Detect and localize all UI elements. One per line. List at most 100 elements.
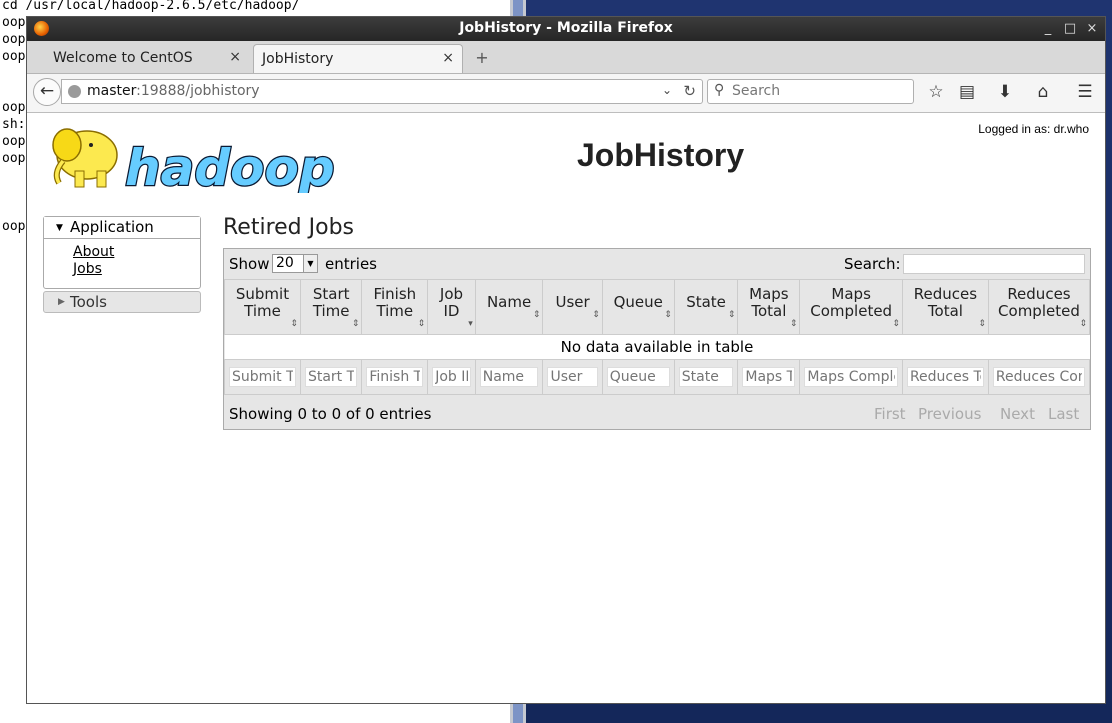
chevron-down-icon: ▼	[56, 223, 63, 233]
column-header[interactable]: Reduces Completed ⇕	[987, 279, 1091, 335]
column-header-label: Start Time	[312, 284, 350, 320]
maximize-button[interactable]: □	[1061, 19, 1079, 39]
column-filter-input[interactable]	[547, 367, 598, 387]
column-header[interactable]: Start Time ⇕	[299, 279, 363, 335]
globe-icon	[68, 85, 81, 98]
column-filter-input[interactable]	[906, 367, 984, 387]
column-header[interactable]: Job ID ▾	[427, 279, 476, 335]
previous-page-button[interactable]: Previous	[918, 405, 981, 423]
column-header-label: User	[555, 293, 590, 311]
new-tab-button[interactable]: +	[473, 49, 491, 67]
column-filter-input[interactable]	[742, 367, 796, 387]
tab-welcome-centos[interactable]: Welcome to CentOS ×	[29, 44, 249, 73]
column-header[interactable]: State ⇕	[673, 279, 739, 335]
about-link[interactable]: About	[73, 244, 200, 261]
filter-cell	[542, 359, 603, 395]
application-nav: ▼ Application About Jobs	[43, 216, 201, 289]
column-filter-input[interactable]	[678, 367, 734, 387]
tools-label: Tools	[70, 293, 107, 311]
jobs-link[interactable]: Jobs	[73, 261, 200, 278]
logo-text: hadoop	[125, 139, 335, 193]
section-title: Retired Jobs	[223, 215, 355, 240]
search-bar[interactable]: ⚲ Search	[707, 79, 914, 104]
table-row: No data available in table	[224, 334, 1090, 360]
column-header[interactable]: Submit Time ⇕	[224, 279, 301, 335]
column-filter-input[interactable]	[366, 367, 424, 387]
column-header[interactable]: Maps Completed ⇕	[799, 279, 903, 335]
url-text: master:19888/jobhistory	[87, 83, 260, 99]
chevron-down-icon[interactable]: ⌄	[662, 83, 672, 97]
column-header[interactable]: Reduces Total ⇕	[901, 279, 989, 335]
column-header-label: Maps Completed	[810, 284, 893, 320]
column-header[interactable]: Name ⇕	[474, 279, 544, 335]
reading-list-icon[interactable]: ▤	[956, 81, 978, 103]
sort-icon: ⇕	[664, 310, 672, 320]
filter-cell	[673, 359, 739, 395]
filter-cell	[224, 359, 301, 395]
column-header-label: Queue	[613, 293, 663, 311]
title-bar: JobHistory - Mozilla Firefox _ □ ×	[27, 17, 1105, 41]
logged-in-label: Logged in as: dr.who	[978, 122, 1089, 136]
sort-icon: ⇕	[290, 318, 298, 329]
column-filter-input[interactable]	[479, 367, 539, 387]
filter-cell	[901, 359, 989, 395]
application-label: Application	[70, 218, 154, 236]
entries-select[interactable]: 20 ▼	[272, 254, 318, 273]
filter-cell	[427, 359, 476, 395]
reload-icon[interactable]: ↻	[683, 82, 696, 100]
minimize-button[interactable]: _	[1039, 19, 1057, 39]
sort-icon: ⇕	[978, 318, 986, 329]
filter-cell	[299, 359, 363, 395]
sort-icon: ⇕	[532, 310, 541, 320]
tab-jobhistory[interactable]: JobHistory ×	[253, 44, 463, 73]
hadoop-logo[interactable]: hadoop	[45, 121, 345, 193]
column-header-label: Maps Total	[749, 284, 789, 320]
menu-icon[interactable]: ☰	[1074, 81, 1096, 103]
download-icon[interactable]: ⬇	[994, 81, 1016, 103]
filter-cell	[601, 359, 675, 395]
filter-row	[224, 359, 1091, 395]
column-filter-input[interactable]	[432, 367, 471, 387]
close-window-button[interactable]: ×	[1083, 19, 1101, 39]
sort-icon: ▾	[468, 318, 473, 329]
close-tab-icon[interactable]: ×	[229, 49, 241, 65]
first-page-button[interactable]: First	[874, 405, 906, 423]
column-filter-input[interactable]	[804, 367, 898, 387]
tab-label: JobHistory	[262, 51, 334, 67]
table-search-input[interactable]	[903, 254, 1085, 274]
table-controls: Show 20 ▼ entries Search:	[224, 249, 1090, 279]
column-header-label: Reduces Completed	[998, 284, 1080, 320]
column-header-label: Name	[486, 293, 532, 311]
sort-icon: ⇕	[1079, 318, 1087, 329]
empty-message: No data available in table	[224, 334, 1090, 360]
filter-cell	[361, 359, 429, 395]
navigation-bar: ← master:19888/jobhistory ⌄ ↻ ⚲ Search ☆…	[27, 74, 1105, 113]
entries-label: entries	[325, 255, 377, 273]
filter-cell	[474, 359, 544, 395]
bookmark-star-icon[interactable]: ☆	[925, 81, 947, 103]
filter-cell	[987, 359, 1091, 395]
column-header[interactable]: User ⇕	[542, 279, 603, 335]
column-header[interactable]: Maps Total ⇕	[737, 279, 801, 335]
column-filter-input[interactable]	[992, 367, 1085, 387]
column-filter-input[interactable]	[606, 367, 670, 387]
jobs-table: Submit Time ⇕ Start Time ⇕ Finish Time ⇕ Job I…	[224, 279, 1091, 395]
chevron-down-icon: ▼	[303, 255, 317, 272]
column-header[interactable]: Finish Time ⇕	[361, 279, 429, 335]
application-header[interactable]: ▼ Application	[44, 217, 200, 239]
filter-cell	[737, 359, 801, 395]
show-label: Show	[229, 255, 270, 273]
column-filter-input[interactable]	[229, 367, 296, 387]
sort-icon: ⇕	[417, 318, 426, 329]
back-button[interactable]: ←	[33, 78, 61, 106]
home-icon[interactable]: ⌂	[1032, 81, 1054, 103]
column-header[interactable]: Queue ⇕	[601, 279, 675, 335]
close-tab-icon[interactable]: ×	[442, 50, 454, 66]
tools-nav[interactable]: ▶ Tools	[43, 291, 201, 313]
column-filter-input[interactable]	[304, 367, 358, 387]
url-path: :19888/jobhistory	[136, 83, 260, 99]
url-bar[interactable]: master:19888/jobhistory ⌄ ↻	[61, 79, 703, 104]
last-page-button[interactable]: Last	[1048, 405, 1079, 423]
table-search-label: Search:	[844, 255, 901, 273]
next-page-button[interactable]: Next	[1000, 405, 1035, 423]
